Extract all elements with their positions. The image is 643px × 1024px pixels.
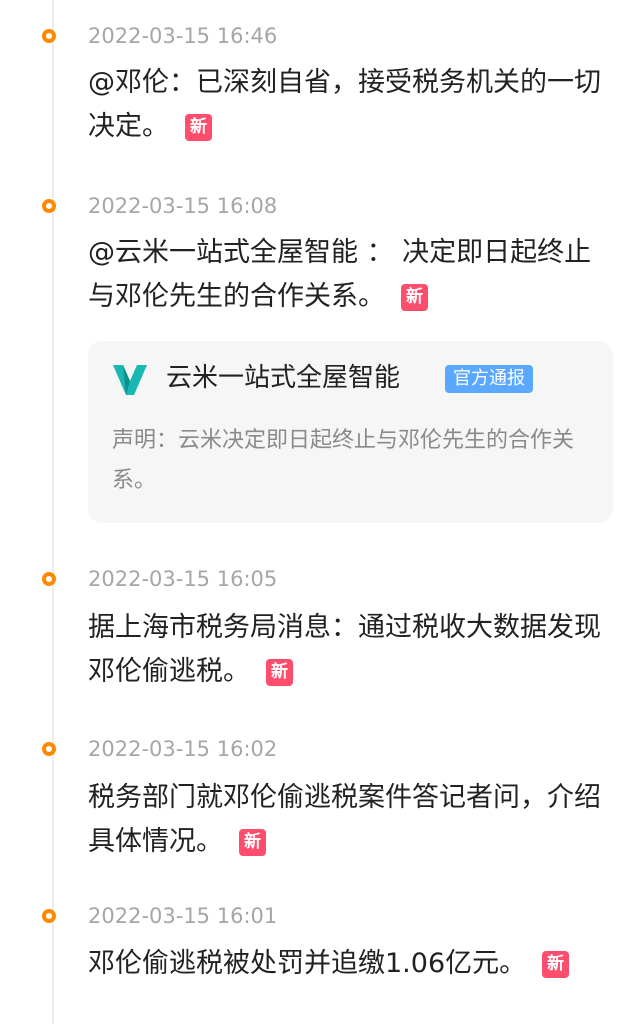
new-badge: 新 (401, 284, 428, 311)
timeline-dot-icon (42, 199, 56, 213)
yunmi-logo-icon (113, 365, 147, 395)
event-time: 2022-03-15 16:02 (88, 737, 278, 761)
timeline-dot-icon (42, 572, 56, 586)
event-text: @邓伦：已深刻自省，接受税务机关的一切决定。新 (88, 61, 613, 149)
official-badge: 官方通报 (445, 365, 533, 393)
event-time: 2022-03-15 16:01 (88, 904, 278, 928)
statement-text: 声明：云米决定即日起终止与邓伦先生的合作关系。 (112, 428, 575, 493)
event-text: 税务部门就邓伦偷逃税案件答记者问，介绍具体情况。新 (88, 776, 613, 864)
event-time: 2022-03-15 16:46 (88, 24, 278, 48)
new-badge: 新 (185, 114, 212, 141)
account-name[interactable]: 云米一站式全屋智能 (166, 361, 400, 395)
event-text-content: 据上海市税务局消息：通过税收大数据发现邓伦偷逃税。 (88, 612, 601, 687)
new-badge: 新 (266, 659, 293, 686)
event-time: 2022-03-15 16:08 (88, 194, 278, 218)
event-text: 邓伦偷逃税被处罚并追缴1.06亿元。新 (88, 942, 613, 986)
timeline-line (52, 0, 54, 1024)
timeline-dot-icon (42, 29, 56, 43)
event-text-content: @云米一站式全屋智能 ： 决定即日起终止与邓伦先生的合作关系。 (88, 237, 592, 312)
new-badge: 新 (542, 951, 570, 978)
timeline-dot-icon (42, 909, 56, 923)
event-text-content: 邓伦偷逃税被处罚并追缴1.06亿元。 (88, 948, 527, 979)
event-text-content: 税务部门就邓伦偷逃税案件答记者问，介绍具体情况。 (88, 782, 601, 857)
timeline-dot-icon (42, 742, 56, 756)
event-text: 据上海市税务局消息：通过税收大数据发现邓伦偷逃税。新 (88, 606, 613, 694)
event-text: @云米一站式全屋智能 ： 决定即日起终止与邓伦先生的合作关系。新 (88, 231, 613, 319)
event-text-content: @邓伦：已深刻自省，接受税务机关的一切决定。 (88, 67, 601, 142)
new-badge: 新 (239, 829, 266, 856)
official-statement-card[interactable]: 云米一站式全屋智能 官方通报 声明：云米决定即日起终止与邓伦先生的合作关系。 (88, 341, 613, 523)
event-time: 2022-03-15 16:05 (88, 567, 278, 591)
